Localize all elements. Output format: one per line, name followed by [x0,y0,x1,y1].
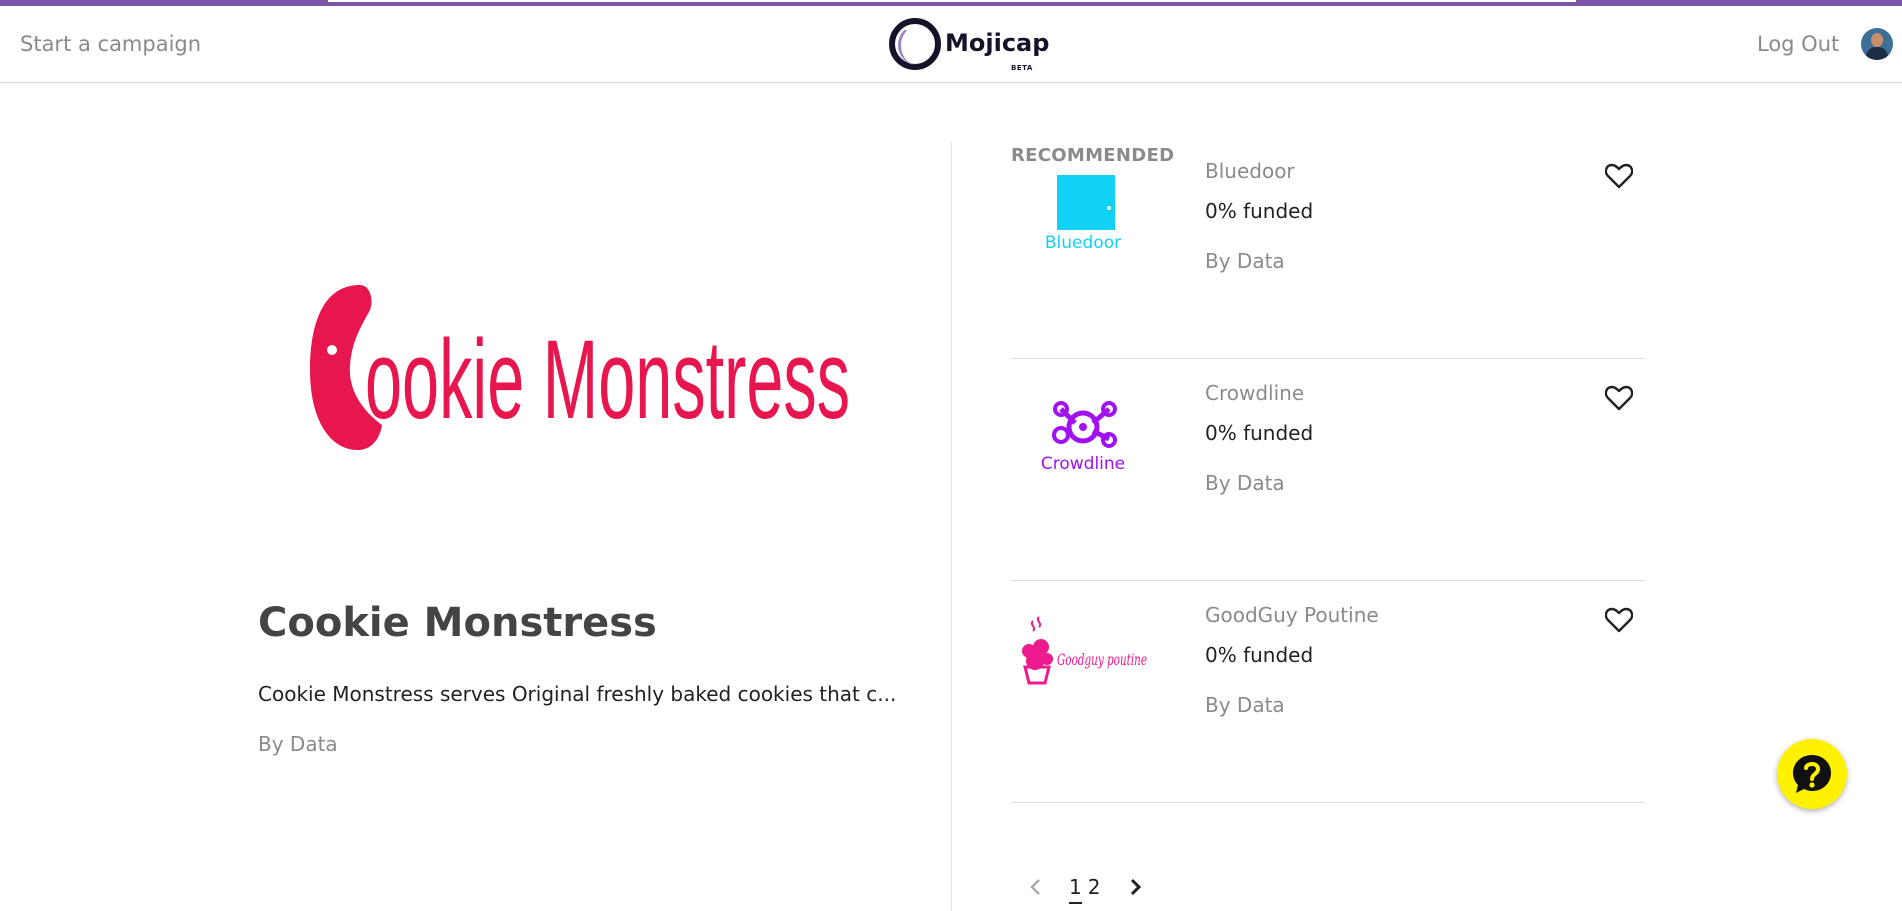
steam-icon [1030,616,1042,632]
poutine-bowl-icon [1041,653,1053,665]
logo-text: Mojicap [945,29,1050,57]
recommended-author: By Data [1205,249,1285,273]
recommended-item-bluedoor[interactable]: Bluedoor Bluedoor 0% funded By Data [1011,137,1645,359]
favorite-heart-icon[interactable] [1605,607,1633,633]
goodguy-poutine-logo[interactable]: Goodguy poutine [1017,609,1149,699]
favorite-heart-icon[interactable] [1605,385,1633,411]
page-1-link[interactable]: 1 [1069,875,1082,904]
favorite-heart-icon[interactable] [1605,163,1633,189]
bluedoor-logo-text: Bluedoor [1045,233,1121,253]
funded-status: 0% funded [1205,421,1314,445]
door-knob-icon [1107,206,1111,210]
crowdline-logo[interactable]: Crowdline [1017,387,1149,477]
avatar-body [1866,47,1888,60]
help-button[interactable] [1777,739,1847,809]
recommended-item-goodguy-poutine[interactable]: Goodguy poutine GoodGuy Poutine 0% funde… [1011,581,1645,803]
logo-ring-icon [889,18,941,70]
mojicap-logo[interactable]: Mojicap BETA [889,18,1050,72]
logout-link[interactable]: Log Out [1757,32,1839,56]
bluedoor-logo[interactable]: Bluedoor [1017,165,1149,255]
recommended-name[interactable]: GoodGuy Poutine [1205,603,1379,627]
question-bubble-icon [1793,755,1831,793]
page-2-link[interactable]: 2 [1088,875,1101,899]
goodguy-logo-text: Goodguy poutine [1057,650,1147,669]
site-header: Start a campaign Mojicap BETA Log Out [0,6,1902,83]
cookie-bite-icon [327,345,337,355]
pagination: 1 2 [1026,872,1145,904]
recommended-author: By Data [1205,471,1285,495]
crowdline-logo-text: Crowdline [1041,454,1125,474]
featured-logo-text: ookie Monstress [365,317,850,442]
featured-campaign-description: Cookie Monstress serves Original freshly… [258,682,897,706]
funded-status: 0% funded [1205,643,1314,667]
chevron-left-icon[interactable] [1026,876,1046,898]
featured-campaign-title[interactable]: Cookie Monstress [258,600,657,646]
column-divider [951,142,952,911]
user-avatar[interactable] [1861,28,1893,60]
funded-status: 0% funded [1205,199,1314,223]
crowdline-node [1052,426,1070,444]
recommended-name[interactable]: Crowdline [1205,381,1304,405]
featured-campaign-logo[interactable]: ookie Monstress [300,270,860,460]
recommended-item-crowdline[interactable]: Crowdline Crowdline 0% funded By Data [1011,359,1645,581]
top-accent-highlight [328,0,1576,2]
featured-campaign-author: By Data [258,732,338,756]
start-campaign-link[interactable]: Start a campaign [20,32,201,56]
avatar-face [1871,33,1883,47]
recommended-name[interactable]: Bluedoor [1205,159,1295,183]
chevron-right-icon[interactable] [1125,876,1145,898]
beta-badge: BETA [1011,64,1033,72]
crowdline-node [1101,432,1117,448]
bluedoor-door-icon [1057,175,1115,230]
crowdline-hub-center [1079,423,1087,431]
recommended-author: By Data [1205,693,1285,717]
